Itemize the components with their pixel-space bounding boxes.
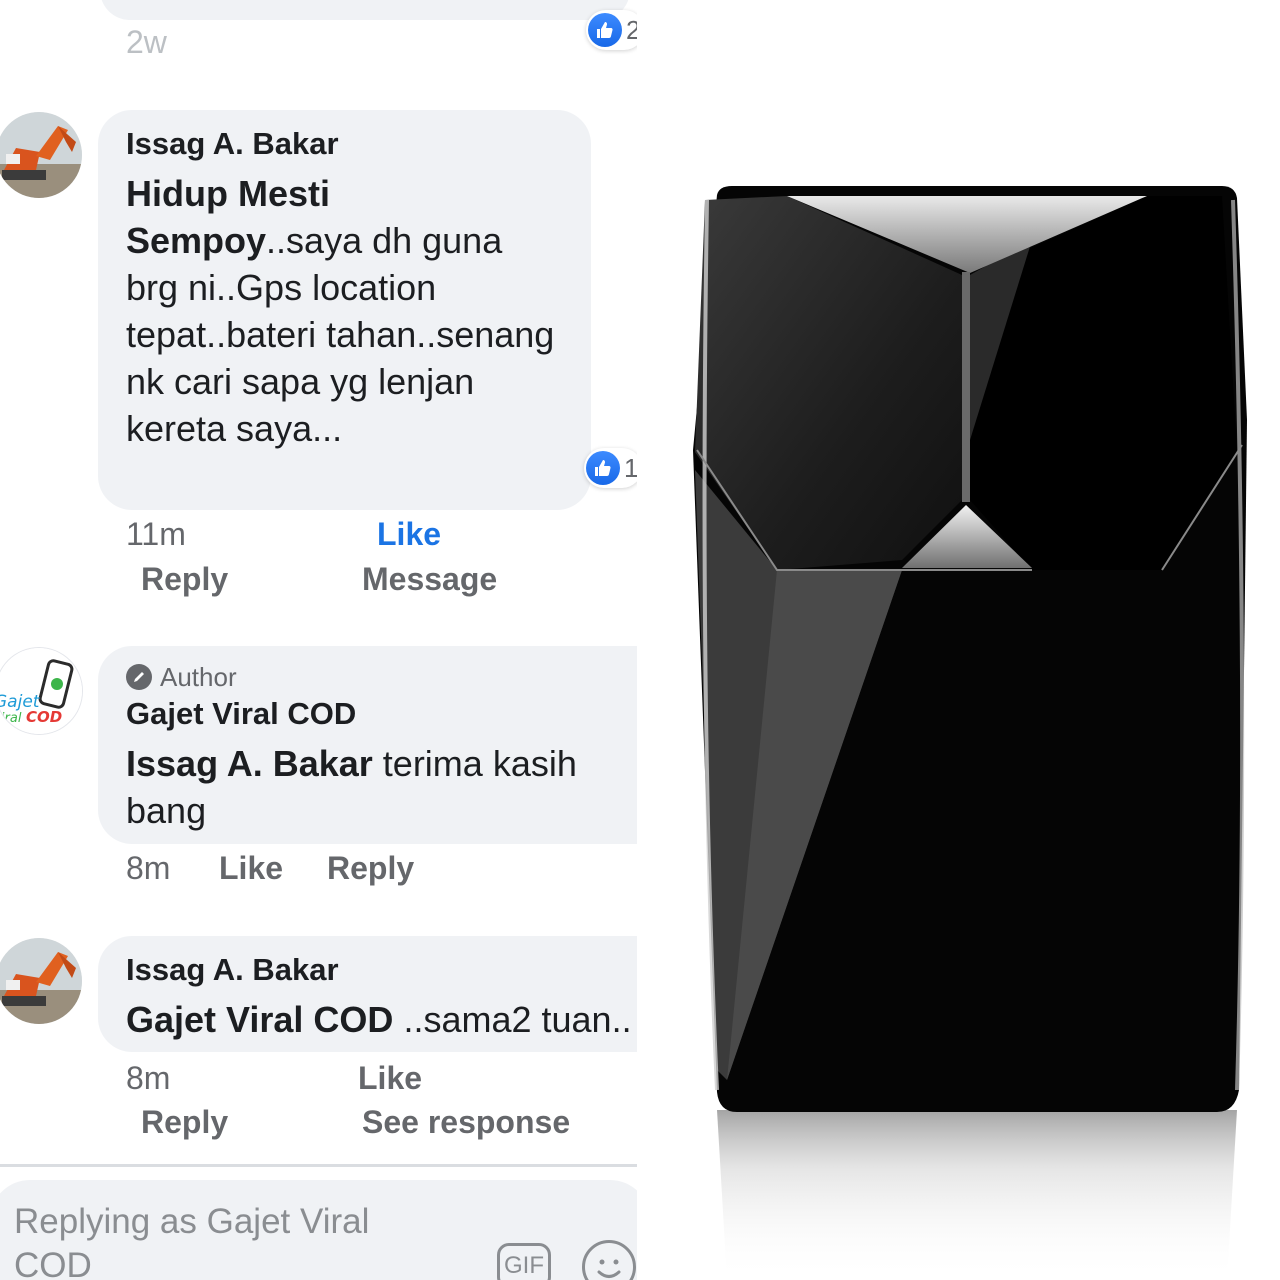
comment-text: Hidup Mesti Sempoy..saya dh guna brg ni.… (126, 170, 563, 452)
gajet-logo-icon: Gajet Viral COD (0, 648, 82, 734)
previous-comment-time: 2w (126, 24, 167, 60)
comments-panel: 2w 2 Issag A. Bakar Hidup Mesti Sempoy..… (0, 0, 637, 1280)
comment-text: Issag A. Bakar terima kasih bang (126, 740, 606, 834)
thumbs-up-icon (588, 13, 622, 47)
excavator-avatar-icon (0, 112, 82, 198)
avatar[interactable] (0, 112, 82, 198)
comment-author[interactable]: Issag A. Bakar (126, 126, 563, 162)
comment-author[interactable]: Gajet Viral COD (126, 696, 630, 732)
comment-time: 8m (126, 1060, 171, 1096)
reaction-count: 2 (626, 14, 637, 45)
gif-button[interactable]: GIF (497, 1243, 551, 1280)
reply-placeholder[interactable]: Replying as Gajet Viral COD (14, 1200, 434, 1280)
comment-bubble: Issag A. Bakar Gajet Viral COD ..sama2 t… (98, 936, 637, 1052)
gps-tracker-device-image (637, 0, 1280, 1280)
smiley-icon[interactable] (582, 1240, 636, 1280)
thumbs-up-icon (586, 451, 620, 485)
svg-text:COD: COD (26, 708, 62, 726)
author-badge-label: Author (160, 662, 237, 692)
message-button[interactable]: Message (362, 561, 497, 598)
comment-bubble: Author Gajet Viral COD Issag A. Bakar te… (98, 646, 637, 844)
reaction-count: 1 (624, 452, 637, 483)
author-badge: Author (126, 662, 630, 692)
previous-comment-bubble (100, 0, 630, 20)
avatar[interactable]: Gajet Viral COD (0, 648, 82, 734)
comment-time: 11m (126, 516, 186, 552)
svg-text:Viral: Viral (0, 711, 22, 726)
excavator-avatar-icon (0, 938, 82, 1024)
pencil-icon (126, 664, 152, 690)
avatar[interactable] (0, 938, 82, 1024)
product-image (637, 0, 1280, 1280)
like-button[interactable]: Like (377, 516, 441, 553)
comment-author[interactable]: Issag A. Bakar (126, 952, 630, 988)
comment-mention[interactable]: Issag A. Bakar (126, 743, 373, 784)
comment-time: 8m (126, 850, 171, 886)
previous-comment-reactions[interactable]: 2 (586, 10, 637, 50)
see-response-button[interactable]: See response (362, 1104, 570, 1141)
comment-mention[interactable]: Gajet Viral COD (126, 999, 393, 1040)
divider (0, 1164, 637, 1167)
reply-button[interactable]: Reply (141, 561, 228, 598)
reply-button[interactable]: Reply (327, 850, 414, 887)
like-button[interactable]: Like (358, 1060, 422, 1097)
reply-button[interactable]: Reply (141, 1104, 228, 1141)
comment-text: Gajet Viral COD ..sama2 tuan.. (126, 996, 632, 1043)
comment-bubble: Issag A. Bakar Hidup Mesti Sempoy..saya … (98, 110, 591, 510)
like-button[interactable]: Like (219, 850, 283, 887)
comment-reactions[interactable]: 1 (584, 448, 637, 488)
comment-body: ..sama2 tuan.. (393, 999, 632, 1040)
